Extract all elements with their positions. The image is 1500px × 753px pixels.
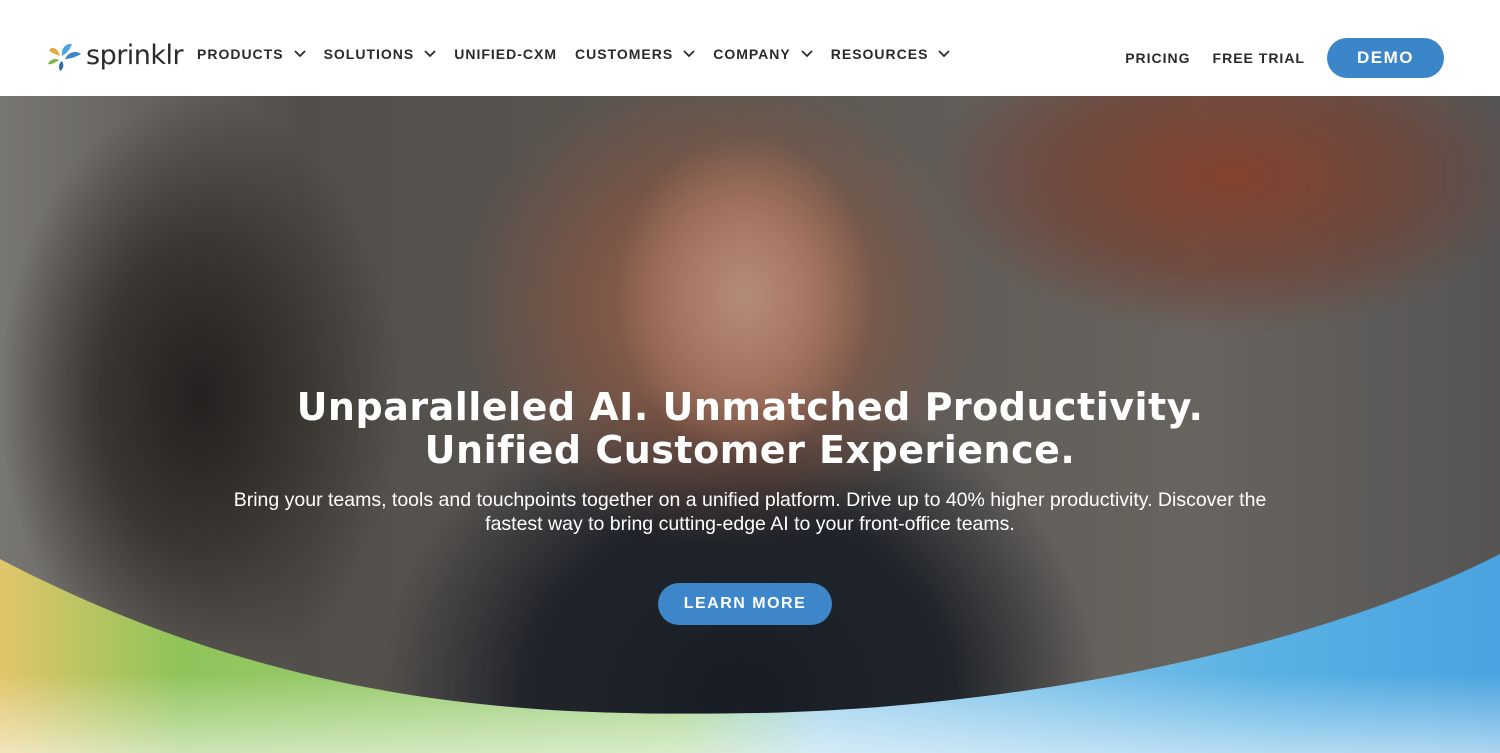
nav-item-label: COMPANY <box>713 46 791 62</box>
demo-button[interactable]: DEMO <box>1327 38 1444 78</box>
logo-text: sprinklr <box>86 39 184 71</box>
nav-item-label: CUSTOMERS <box>575 46 674 62</box>
hero-headline: Unparalleled AI. Unmatched Productivity.… <box>0 386 1500 472</box>
chevron-down-icon <box>683 50 695 58</box>
free-trial-link[interactable]: FREE TRIAL <box>1213 50 1305 66</box>
nav-item-resources[interactable]: RESOURCES <box>831 46 951 62</box>
chevron-down-icon <box>938 50 951 58</box>
chevron-down-icon <box>801 50 813 58</box>
nav-item-unified-cxm[interactable]: UNIFIED-CXM <box>454 46 557 62</box>
nav-item-label: RESOURCES <box>830 46 929 62</box>
nav-item-label: PRODUCTS <box>197 46 284 62</box>
main-menu: PRODUCTS SOLUTIONS UNIFIED-CXM CUSTOMERS… <box>197 46 968 62</box>
nav-item-products[interactable]: PRODUCTS <box>197 46 306 62</box>
top-navigation: sprinklr PRODUCTS SOLUTIONS UNIFIED-CXM … <box>0 0 1500 96</box>
nav-item-solutions[interactable]: SOLUTIONS <box>324 46 437 62</box>
learn-more-button[interactable]: LEARN MORE <box>658 583 832 625</box>
headline-line-1: Unparalleled AI. Unmatched Productivity. <box>296 385 1204 429</box>
sprinklr-logo-icon <box>48 43 81 71</box>
chevron-down-icon <box>424 50 436 58</box>
hero-section: Unparalleled AI. Unmatched Productivity.… <box>0 96 1500 753</box>
nav-item-company[interactable]: COMPANY <box>713 46 813 62</box>
pricing-link[interactable]: PRICING <box>1125 50 1190 66</box>
headline-line-2: Unified Customer Experience. <box>424 428 1076 472</box>
chevron-down-icon <box>293 50 306 58</box>
sprinklr-logo[interactable]: sprinklr <box>46 39 184 74</box>
hero-subtext: Bring your teams, tools and touchpoints … <box>233 489 1267 535</box>
nav-right-actions: PRICING FREE TRIAL DEMO <box>1125 38 1444 78</box>
nav-item-label: SOLUTIONS <box>323 46 415 62</box>
nav-item-customers[interactable]: CUSTOMERS <box>575 46 695 62</box>
nav-item-label: UNIFIED-CXM <box>454 46 558 62</box>
